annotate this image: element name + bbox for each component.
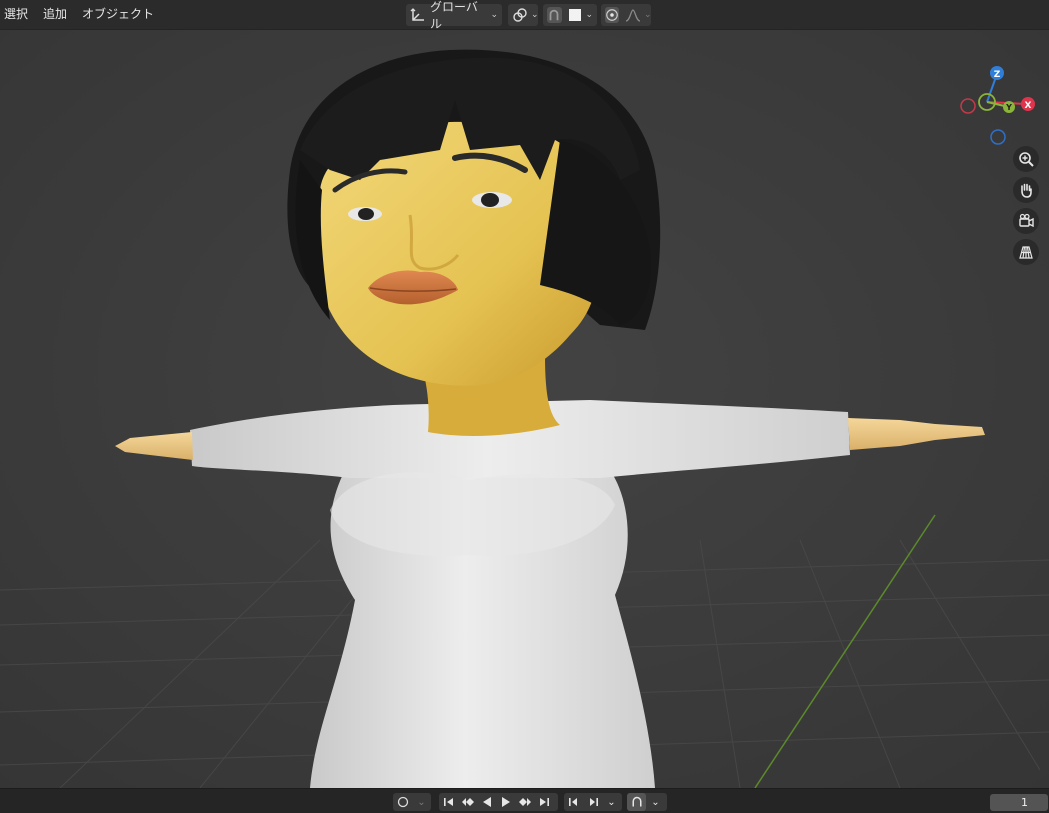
play-reverse-icon[interactable] (477, 793, 496, 811)
transform-orientation-label: グローバル (430, 0, 478, 31)
z-axis-label: Z (994, 70, 1001, 80)
chevron-down-icon: ⌄ (490, 10, 498, 20)
jump-to-end-icon[interactable] (534, 793, 553, 811)
viewport-header: 選択 追加 オブジェクト グローバル ⌄ ⌄ ⌄ ⌄ (0, 0, 1049, 31)
current-frame-field[interactable]: 1 (990, 794, 1048, 811)
menu-select[interactable]: 選択 (4, 6, 28, 22)
chevron-down-icon[interactable]: ⌄ (412, 793, 431, 811)
negative-z-handle (990, 129, 1006, 145)
link-icon (512, 7, 528, 23)
transform-orientation-dropdown[interactable]: グローバル ⌄ (406, 0, 502, 31)
proportional-editing-group: ⌄ (601, 4, 652, 26)
3d-viewport[interactable]: Z X Y (0, 30, 1049, 788)
camera-icon[interactable] (1013, 208, 1039, 234)
hand-pan-icon[interactable] (1013, 177, 1039, 203)
previous-keyframe-icon[interactable] (458, 793, 477, 811)
keyframe-nav-group: ⌄ (564, 793, 622, 811)
next-keyframe-icon[interactable] (515, 793, 534, 811)
jump-to-start-icon[interactable] (439, 793, 458, 811)
x-axis-label: X (1025, 101, 1032, 111)
next-keyframe-jump-icon[interactable] (583, 793, 602, 811)
header-menu: 選択 追加 オブジェクト (4, 6, 154, 22)
chevron-down-icon[interactable]: ⌄ (602, 793, 621, 811)
zoom-icon[interactable] (1013, 146, 1039, 172)
snap-magnet-icon[interactable] (547, 7, 562, 23)
chevron-down-icon[interactable]: ⌄ (585, 10, 593, 20)
auto-keying-group: ⌄ (393, 793, 431, 811)
menu-add[interactable]: 追加 (43, 6, 67, 22)
timeline-bar: ⌄ ⌄ ⌄ 1 (0, 788, 1049, 813)
perspective-grid-icon[interactable] (1013, 239, 1039, 265)
navigation-gizmo[interactable]: Z X Y (955, 60, 1045, 150)
snapping-group: ⌄ (543, 4, 597, 26)
falloff-curve-icon[interactable] (625, 7, 641, 23)
play-icon[interactable] (496, 793, 515, 811)
transform-axes-icon (410, 7, 426, 23)
snap-increment-icon[interactable] (568, 7, 583, 23)
y-axis-label: Y (1005, 103, 1012, 112)
playback-snap-group: ⌄ (627, 793, 667, 811)
playback-controls (439, 793, 558, 811)
scene-render (0, 30, 1049, 788)
chevron-down-icon: ⌄ (531, 10, 539, 20)
record-icon[interactable] (393, 793, 412, 811)
menu-object[interactable]: オブジェクト (82, 6, 154, 22)
negative-x-handle (960, 98, 976, 114)
playback-sync-icon[interactable] (627, 793, 646, 811)
chevron-down-icon[interactable]: ⌄ (644, 10, 652, 20)
chevron-down-icon[interactable]: ⌄ (646, 793, 665, 811)
pivot-point-dropdown[interactable]: ⌄ (508, 4, 539, 26)
proportional-edit-icon[interactable] (605, 7, 619, 23)
previous-keyframe-jump-icon[interactable] (564, 793, 583, 811)
